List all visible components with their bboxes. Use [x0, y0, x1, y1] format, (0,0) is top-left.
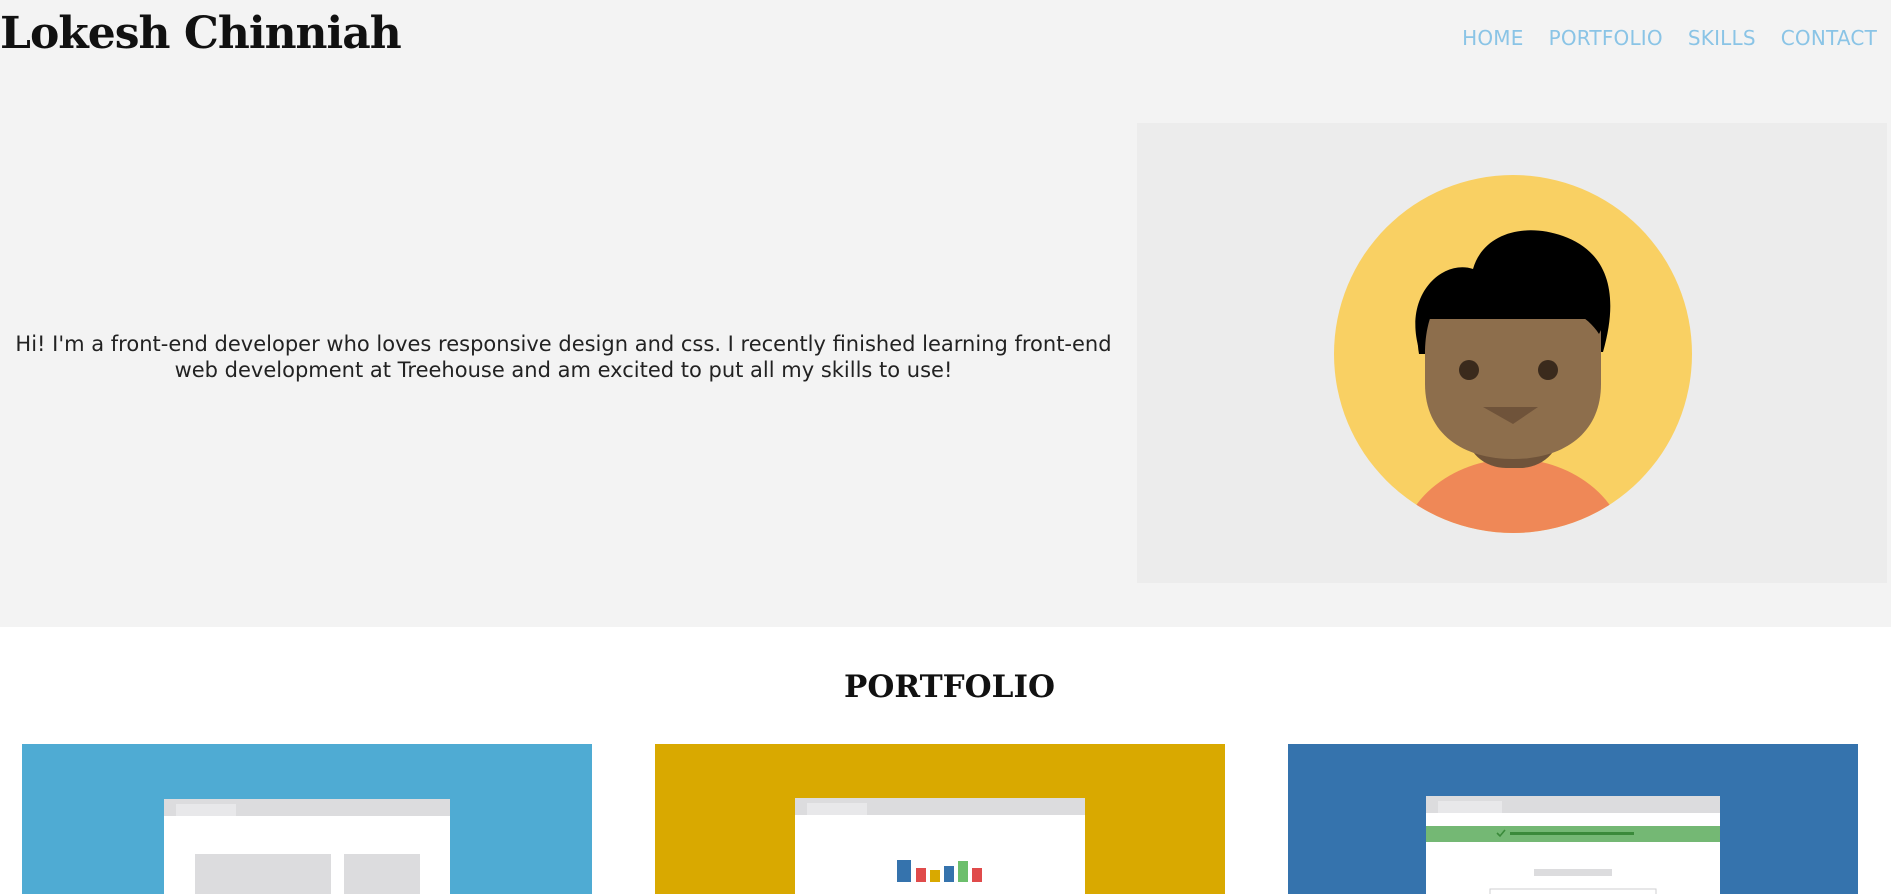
nav-home-link[interactable]: HOME — [1462, 25, 1523, 51]
nav-contact-link[interactable]: CONTACT — [1781, 25, 1877, 51]
nav-portfolio-link[interactable]: PORTFOLIO — [1549, 25, 1663, 51]
portfolio-card-2[interactable] — [655, 744, 1225, 894]
form-success-mockup-icon — [1288, 744, 1858, 894]
hero-section: Lokesh Chinniah HOME PORTFOLIO SKILLS CO… — [0, 0, 1891, 627]
portfolio-card-3[interactable] — [1288, 744, 1858, 894]
layout-mockup-icon — [22, 744, 592, 894]
intro-text: Hi! I'm a front-end developer who loves … — [15, 332, 1112, 382]
avatar-panel — [1137, 123, 1887, 583]
bar-chart-mockup-icon — [655, 744, 1225, 894]
main-nav: HOME PORTFOLIO SKILLS CONTACT — [1462, 25, 1877, 51]
portfolio-card-1[interactable] — [22, 744, 592, 894]
site-title[interactable]: Lokesh Chinniah — [0, 6, 402, 62]
person-avatar-icon — [1334, 175, 1692, 533]
portfolio-heading: PORTFOLIO — [844, 669, 1055, 705]
nav-skills-link[interactable]: SKILLS — [1688, 25, 1756, 51]
